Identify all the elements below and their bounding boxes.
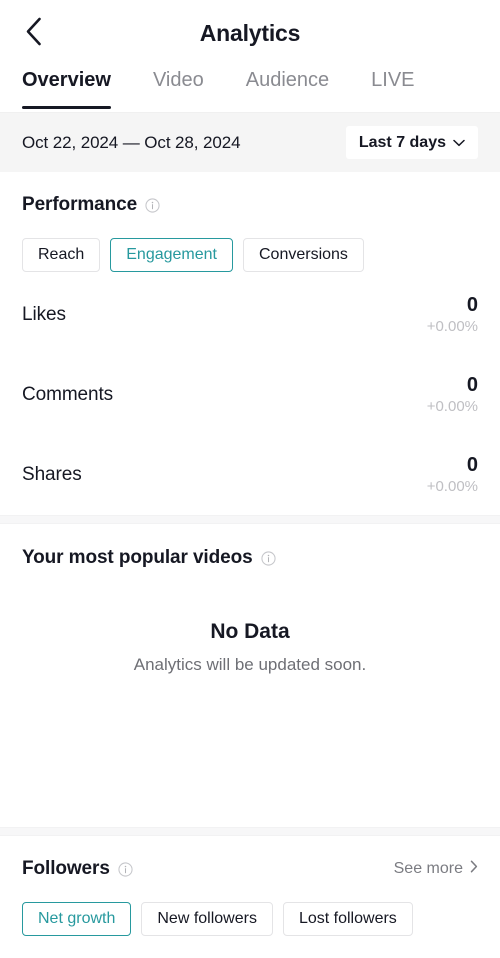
info-circle-icon[interactable] xyxy=(260,550,276,566)
analytics-screen: Analytics Overview Video Audience LIVE O… xyxy=(0,0,500,958)
followers-section: Followers See more Net growth New follow… xyxy=(0,836,500,958)
popular-videos-empty-state: No Data Analytics will be updated soon. xyxy=(22,569,478,675)
chip-lost-followers[interactable]: Lost followers xyxy=(282,902,413,936)
date-range-bar: Oct 22, 2024 — Oct 28, 2024 Last 7 days xyxy=(0,113,500,172)
chevron-right-icon xyxy=(470,860,478,878)
date-range-text: Oct 22, 2024 — Oct 28, 2024 xyxy=(22,132,241,152)
page-title: Analytics xyxy=(199,19,301,46)
chevron-left-icon xyxy=(25,17,42,49)
followers-header: Followers See more xyxy=(22,858,478,880)
followers-see-more-button[interactable]: See more xyxy=(394,860,478,878)
empty-state-subtitle: Analytics will be updated soon. xyxy=(133,655,367,674)
tab-video[interactable]: Video xyxy=(153,66,204,112)
performance-header: Performance xyxy=(22,194,478,216)
see-more-label: See more xyxy=(393,860,463,877)
metric-row-likes[interactable]: Likes 0 +0.00% xyxy=(22,275,478,355)
tab-live[interactable]: LIVE xyxy=(371,66,414,112)
chevron-down-icon xyxy=(453,134,465,152)
metric-value: 0 xyxy=(466,374,478,397)
section-divider xyxy=(0,827,500,836)
date-preset-label: Last 7 days xyxy=(358,133,446,151)
performance-section: Performance Reach Engagement Conversions… xyxy=(0,172,500,515)
app-header: Analytics xyxy=(0,0,500,66)
metric-label: Shares xyxy=(22,464,82,485)
metric-values: 0 +0.00% xyxy=(427,454,478,496)
chip-net-growth[interactable]: Net growth xyxy=(22,902,132,936)
metric-delta: +0.00% xyxy=(426,398,478,416)
empty-state-title: No Data xyxy=(210,620,290,643)
chip-reach[interactable]: Reach xyxy=(22,238,101,272)
metric-values: 0 +0.00% xyxy=(427,374,478,416)
metric-label: Likes xyxy=(22,304,66,325)
performance-chips: Reach Engagement Conversions xyxy=(22,238,478,272)
metric-value: 0 xyxy=(466,294,478,317)
tab-overview[interactable]: Overview xyxy=(22,66,111,112)
metric-row-shares[interactable]: Shares 0 +0.00% xyxy=(22,435,478,515)
popular-videos-title-wrap: Your most popular videos xyxy=(22,547,478,569)
metric-value: 0 xyxy=(466,454,478,477)
followers-chips: Net growth New followers Lost followers xyxy=(22,902,478,936)
section-divider xyxy=(0,515,500,524)
metric-label: Comments xyxy=(22,384,114,405)
metric-row-comments[interactable]: Comments 0 +0.00% xyxy=(22,355,478,435)
chip-new-followers[interactable]: New followers xyxy=(141,902,273,936)
chip-conversions[interactable]: Conversions xyxy=(242,238,364,272)
chip-engagement[interactable]: Engagement xyxy=(110,238,233,272)
popular-videos-section: Your most popular videos No Data Analyti… xyxy=(0,524,500,675)
info-circle-icon[interactable] xyxy=(118,861,133,877)
metric-delta: +0.00% xyxy=(426,318,478,336)
flex-spacer xyxy=(0,675,500,827)
back-button[interactable] xyxy=(12,12,54,54)
tab-audience[interactable]: Audience xyxy=(246,66,329,112)
followers-title: Followers xyxy=(22,858,110,879)
performance-title: Performance xyxy=(22,194,138,215)
performance-metrics: Likes 0 +0.00% Comments 0 +0.00% Shares … xyxy=(22,272,478,515)
analytics-tabs: Overview Video Audience LIVE xyxy=(0,66,500,113)
performance-title-wrap: Performance xyxy=(22,194,160,216)
followers-title-wrap: Followers xyxy=(22,858,133,880)
popular-videos-title: Your most popular videos xyxy=(22,547,253,568)
date-preset-dropdown[interactable]: Last 7 days xyxy=(345,126,478,159)
metric-delta: +0.00% xyxy=(426,478,478,496)
info-circle-icon[interactable] xyxy=(145,197,160,213)
metric-values: 0 +0.00% xyxy=(427,294,478,336)
